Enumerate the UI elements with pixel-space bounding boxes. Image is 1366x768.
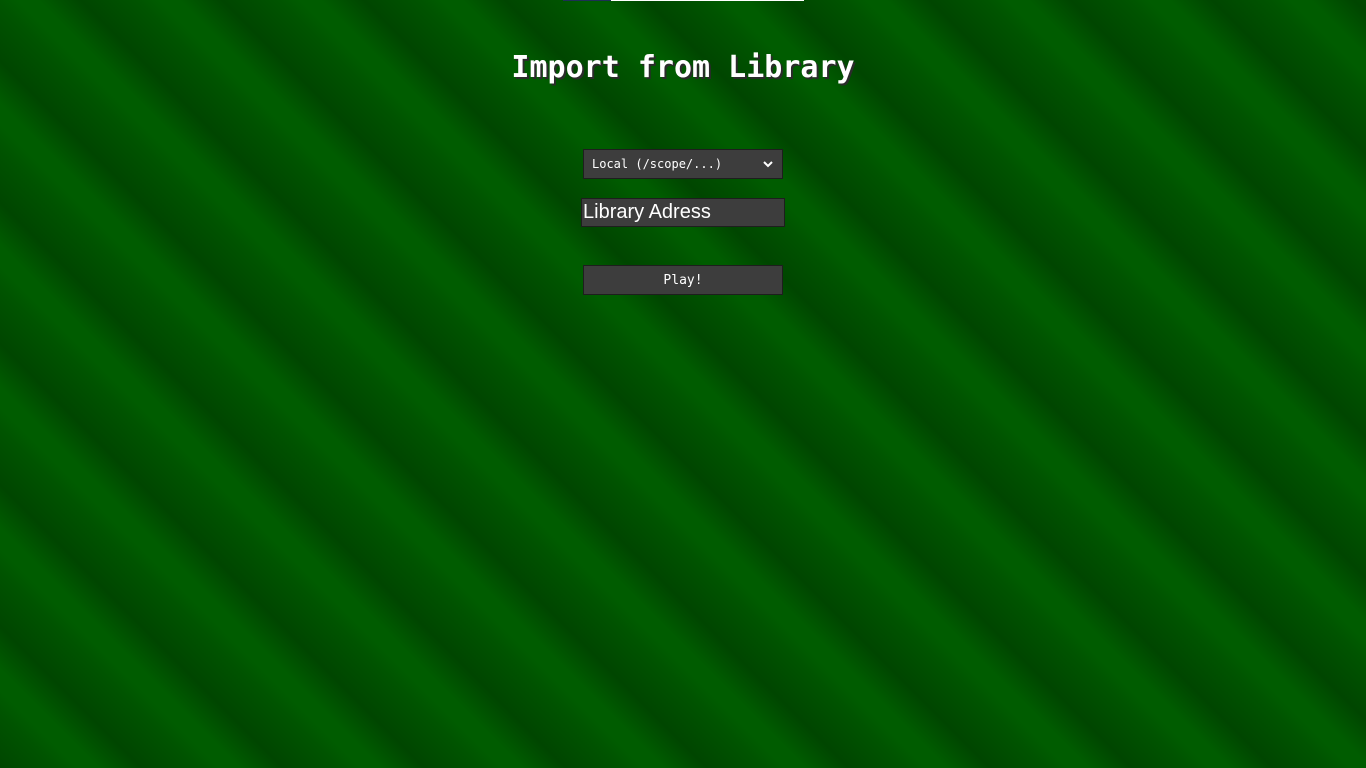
top-strip-dark-segment [563,0,611,1]
library-address-input[interactable] [581,198,785,227]
page-title: Import from Library [511,50,855,85]
play-button-label: Play! [663,272,703,288]
top-strip [563,0,804,1]
top-strip-light-segment [611,0,804,1]
library-source-select[interactable]: Local (/scope/...) [583,149,783,179]
play-button[interactable]: Play! [583,265,783,295]
chevron-down-icon [762,158,774,170]
library-source-select-value: Local (/scope/...) [592,157,723,171]
